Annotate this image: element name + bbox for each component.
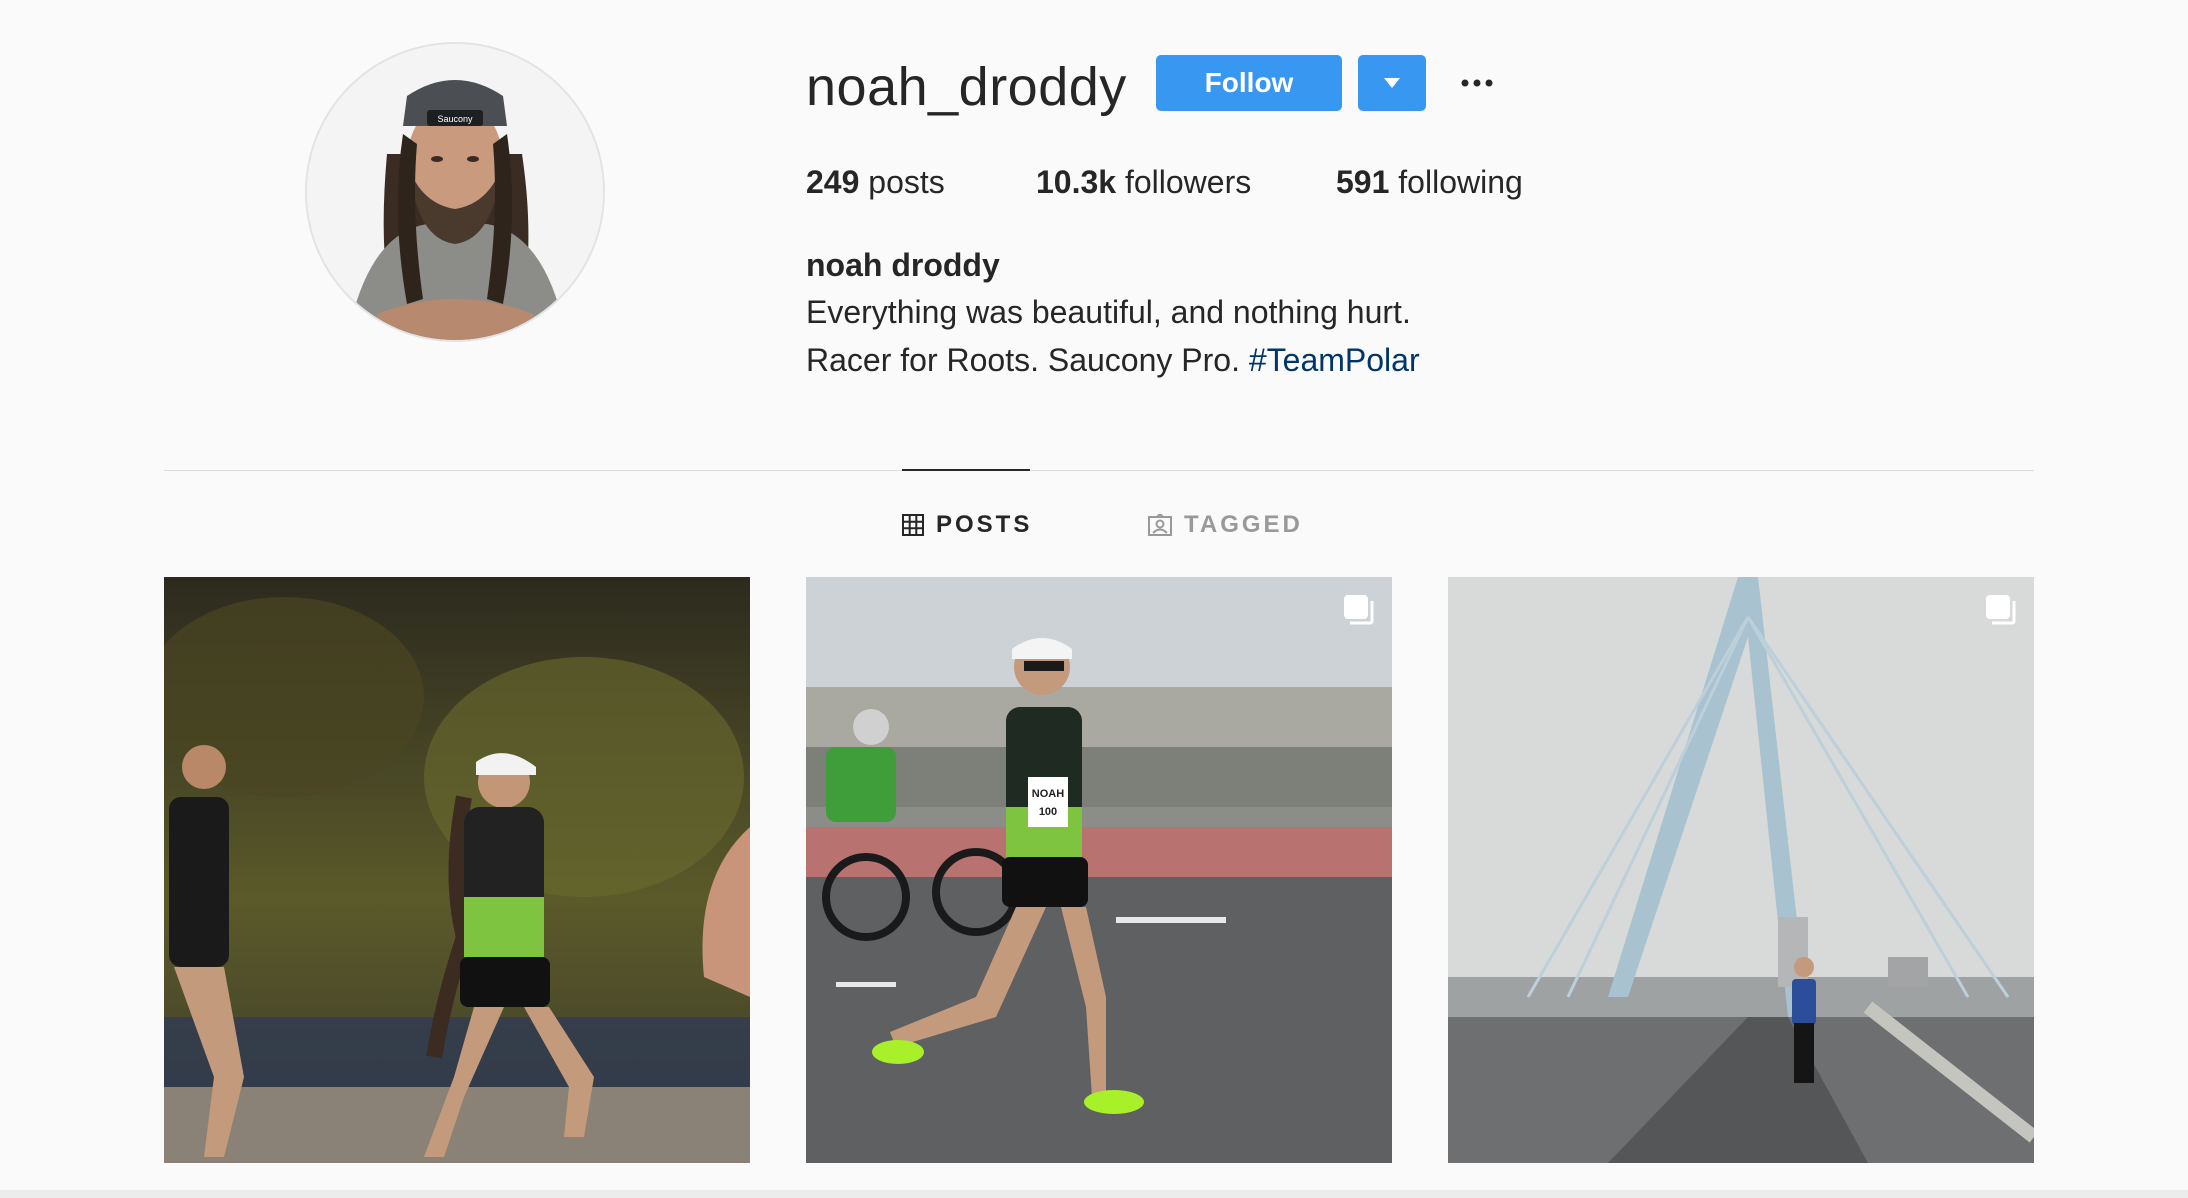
posts-count-stat: 249 posts bbox=[806, 160, 945, 204]
profile-avatar[interactable]: Saucony bbox=[305, 42, 605, 342]
profile-full-name: noah droddy bbox=[806, 247, 1000, 283]
post-2-bib-name: NOAH bbox=[1032, 788, 1064, 800]
tab-tagged[interactable]: TAGGED bbox=[1148, 505, 1303, 545]
tab-posts[interactable]: POSTS bbox=[902, 505, 1032, 545]
followers-count: 10.3k bbox=[1036, 164, 1117, 200]
posts-count: 249 bbox=[806, 164, 860, 200]
post-2-image: NOAH 100 bbox=[806, 577, 1392, 1163]
tabs-divider bbox=[164, 470, 2034, 471]
more-options-icon bbox=[1461, 79, 1493, 87]
profile-username: noah_droddy bbox=[806, 57, 1127, 117]
chevron-down-icon bbox=[1384, 78, 1400, 88]
suggested-accounts-dropdown-button[interactable] bbox=[1358, 55, 1426, 111]
followers-link[interactable]: 10.3k followers bbox=[1036, 160, 1251, 204]
bio-line-2-text: Racer for Roots. Saucony Pro. bbox=[806, 342, 1249, 378]
post-1-image bbox=[164, 577, 750, 1163]
carousel-icon bbox=[1344, 595, 1374, 625]
posts-count-label: posts bbox=[859, 164, 945, 200]
bio-hashtag-link[interactable]: #TeamPolar bbox=[1249, 342, 1420, 378]
profile-photo: Saucony bbox=[307, 44, 603, 340]
post-2-bib-number: 100 bbox=[1039, 806, 1057, 818]
cap-logo: Saucony bbox=[437, 114, 473, 124]
more-options-button[interactable] bbox=[1452, 60, 1502, 106]
bio-line-2: Racer for Roots. Saucony Pro. #TeamPolar bbox=[806, 338, 1420, 382]
bio-line-1: Everything was beautiful, and nothing hu… bbox=[806, 294, 1411, 330]
tab-tagged-label: TAGGED bbox=[1184, 511, 1303, 538]
post-thumbnail-3[interactable] bbox=[1448, 577, 2034, 1163]
follow-button[interactable]: Follow bbox=[1156, 55, 1342, 111]
following-label: following bbox=[1389, 164, 1523, 200]
followers-label: followers bbox=[1116, 164, 1252, 200]
post-thumbnail-2[interactable]: NOAH 100 bbox=[806, 577, 1392, 1163]
following-count: 591 bbox=[1336, 164, 1390, 200]
post-3-image bbox=[1448, 577, 2034, 1163]
tab-posts-label: POSTS bbox=[936, 511, 1033, 538]
grid-icon bbox=[902, 514, 924, 536]
horizontal-scrollbar[interactable] bbox=[0, 1190, 2188, 1198]
post-thumbnail-1[interactable] bbox=[164, 577, 750, 1163]
following-link[interactable]: 591 following bbox=[1336, 160, 1523, 204]
tagged-user-icon bbox=[1148, 514, 1172, 536]
active-tab-indicator bbox=[902, 469, 1030, 471]
carousel-icon bbox=[1986, 595, 2016, 625]
